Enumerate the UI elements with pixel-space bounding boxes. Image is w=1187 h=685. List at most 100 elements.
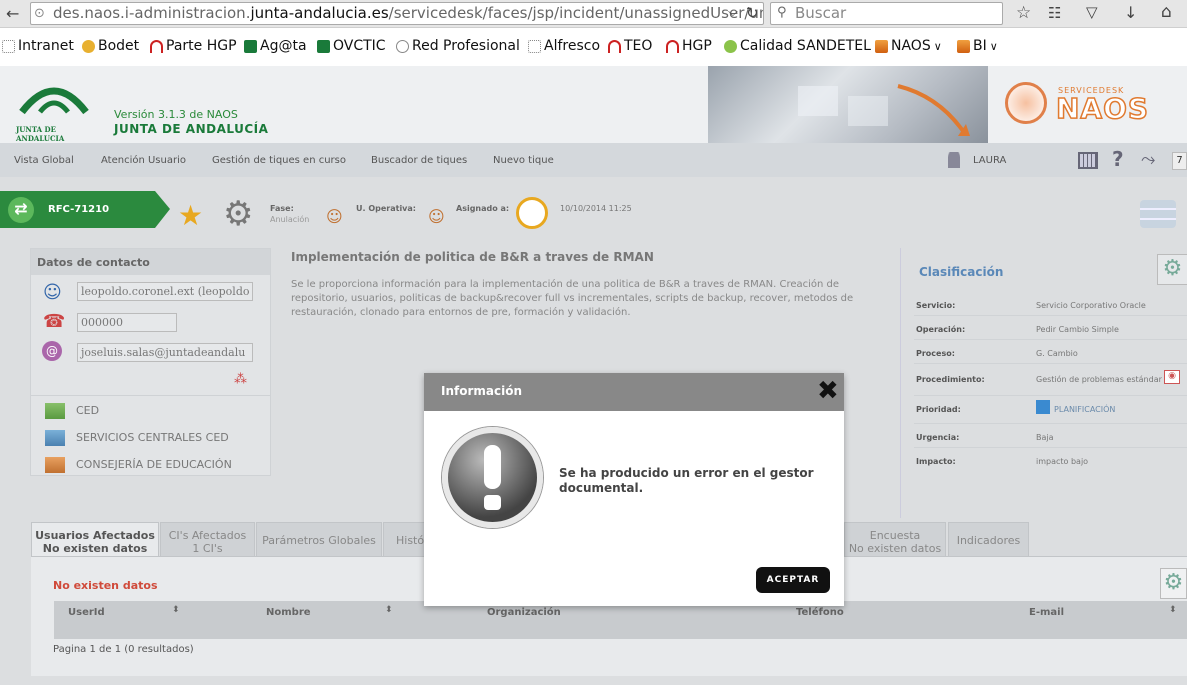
home-icon[interactable]: ⌂ — [1161, 2, 1172, 22]
reading-list-icon[interactable]: ☷ — [1048, 4, 1061, 22]
bookmark-label: Red Profesional — [412, 38, 520, 54]
eye-icon[interactable]: ◉ — [1164, 370, 1180, 384]
row-key: Procedimiento: — [916, 375, 985, 384]
tab-label: Histó — [396, 534, 425, 547]
close-icon[interactable]: ✖ — [817, 378, 841, 404]
col-organizacion[interactable]: Organización — [487, 607, 561, 618]
divider — [31, 395, 270, 396]
nav-vista-global[interactable]: Vista Global — [14, 155, 74, 166]
row-value: G. Cambio — [1036, 349, 1078, 358]
priority-bars-icon — [1036, 400, 1050, 414]
bookmark-parte-hgp[interactable]: Parte HGP — [150, 38, 237, 54]
dropdown-icon[interactable]: ⌵ — [728, 5, 738, 20]
lime-icon — [724, 39, 737, 53]
tab-usuarios-afectados[interactable]: Usuarios Afectados No existen datos — [31, 522, 159, 557]
favorite-star-icon[interactable]: ★ — [178, 199, 203, 232]
row-key: Proceso: — [916, 349, 955, 358]
help-icon[interactable]: ? — [1112, 147, 1124, 171]
sort-icon[interactable]: ⬍ — [172, 605, 180, 615]
back-arrow-icon[interactable]: ⤳ — [1141, 149, 1155, 170]
nav-nuevo-tique[interactable]: Nuevo tique — [493, 155, 554, 166]
bookmark-ovctic[interactable]: OVCTIC — [317, 38, 386, 54]
col-label: Teléfono — [796, 607, 844, 618]
bookmark-red-profesional[interactable]: Red Profesional — [396, 38, 520, 54]
reload-icon[interactable]: ↻ — [746, 4, 759, 22]
sort-icon[interactable]: ⬍ — [385, 605, 393, 615]
col-label: UserId — [68, 607, 105, 618]
row-key: Impacto: — [916, 457, 956, 466]
nav-gestion-tiques[interactable]: Gestión de tiques en curso — [212, 155, 346, 166]
org-item[interactable]: SERVICIOS CENTRALES CED — [76, 431, 229, 444]
search-input[interactable]: Buscar — [770, 2, 1003, 25]
settings-gear-icon[interactable]: ⚙ — [1157, 254, 1187, 285]
tab-encuesta[interactable]: Encuesta No existen datos — [844, 522, 946, 557]
compass-icon — [1005, 82, 1047, 124]
email-icon: @ — [42, 341, 62, 361]
junta-logo[interactable]: JUNTA DE ANDALUCIA — [14, 76, 94, 143]
bookmark-agata[interactable]: Ag@ta — [244, 38, 307, 54]
version-text: Versión 3.1.3 de NAOS — [114, 108, 238, 121]
gear-icon[interactable]: ⚙ — [223, 194, 253, 234]
classification-title: Clasificación — [919, 265, 1004, 279]
bookmark-label: NAOS — [891, 38, 931, 54]
row-value: impacto bajo — [1036, 457, 1089, 466]
user-avatar-icon: ☺ — [43, 282, 62, 303]
row-value: PLANIFICACIÓN — [1054, 405, 1116, 414]
org-item[interactable]: CED — [76, 404, 99, 417]
bookmark-label: TEO — [624, 38, 653, 54]
ticket-date: 10/10/2014 11:25 — [560, 204, 632, 213]
tab-cis-afectados[interactable]: CI's Afectados 1 CI's — [160, 522, 255, 557]
org-text: JUNTA DE ANDALUCÍA — [114, 122, 269, 136]
bookmark-hgp[interactable]: HGP — [666, 38, 712, 54]
page-icon — [528, 39, 541, 53]
globe-icon: ⊙ — [34, 6, 45, 21]
org-item[interactable]: CONSEJERÍA DE EDUCACIÓN — [76, 458, 232, 471]
bookmark-label: Bodet — [98, 38, 140, 54]
split-icon[interactable]: ⁂ — [234, 372, 247, 387]
bookmark-calidad-sandetel[interactable]: Calidad SANDETEL — [724, 38, 871, 54]
empty-message: No existen datos — [53, 579, 158, 592]
col-email[interactable]: E-mail — [1029, 607, 1064, 618]
user-name: LAURA — [973, 155, 1007, 166]
arc-icon — [666, 39, 679, 53]
table-settings-gear-icon[interactable]: ⚙ — [1160, 568, 1187, 599]
bookmark-bi-folder[interactable]: BI ∨ — [957, 38, 998, 54]
nav-atencion-usuario[interactable]: Atención Usuario — [101, 155, 186, 166]
bookmark-label: Ag@ta — [260, 38, 307, 54]
sort-icon[interactable]: ⬍ — [1169, 605, 1177, 615]
tab-indicadores[interactable]: Indicadores — [948, 522, 1029, 557]
tab-label: Parámetros Globales — [262, 534, 376, 547]
col-telefono[interactable]: Teléfono — [796, 607, 844, 618]
col-label: Nombre — [266, 607, 311, 618]
bookmark-bodet[interactable]: Bodet — [82, 38, 139, 54]
arc-icon — [608, 39, 621, 53]
nav-buscador-tiques[interactable]: Buscador de tiques — [371, 155, 467, 166]
back-icon[interactable]: ← — [6, 4, 19, 23]
col-nombre[interactable]: Nombre — [266, 607, 311, 618]
download-icon[interactable]: ↓ — [1124, 3, 1137, 22]
accept-button[interactable]: ACEPTAR — [756, 567, 830, 593]
contact-phone-field[interactable]: 000000 — [77, 313, 177, 332]
main-nav: Vista Global Atención Usuario Gestión de… — [0, 143, 1187, 177]
tab-sublabel: 1 CI's — [192, 542, 223, 555]
col-userid[interactable]: UserId — [68, 607, 105, 618]
bookmark-label: Calidad SANDETEL — [740, 38, 871, 54]
star-bookmark-icon[interactable]: ☆ — [1016, 3, 1031, 23]
contact-title: Datos de contacto — [31, 249, 270, 275]
notification-badge[interactable]: 7 — [1172, 152, 1187, 170]
contact-user-field[interactable]: leopoldo.coronel.ext (leopoldo — [77, 282, 253, 301]
grid-icon[interactable] — [1078, 152, 1098, 169]
url-bar[interactable]: des.naos.i-administracion.junta-andaluci… — [30, 2, 764, 25]
contact-email-field[interactable]: joseluis.salas@juntadeandalu — [77, 343, 253, 362]
bookmark-intranet[interactable]: Intranet — [2, 38, 74, 54]
bookmark-teo[interactable]: TEO — [608, 38, 652, 54]
url-path: /servicedesk/faces/jsp/incident/unassign… — [388, 4, 764, 22]
fase-label: Fase: — [270, 204, 294, 213]
classification-row: Procedimiento: Gestión de problemas están… — [914, 364, 1187, 396]
stack-icon[interactable] — [1140, 200, 1176, 228]
pocket-icon[interactable]: ▽ — [1086, 3, 1098, 21]
bookmark-alfresco[interactable]: Alfresco — [528, 38, 600, 54]
search-icon: ⚲ — [777, 5, 787, 20]
bookmark-naos-folder[interactable]: NAOS ∨ — [875, 38, 942, 54]
tab-parametros-globales[interactable]: Parámetros Globales — [256, 522, 382, 557]
